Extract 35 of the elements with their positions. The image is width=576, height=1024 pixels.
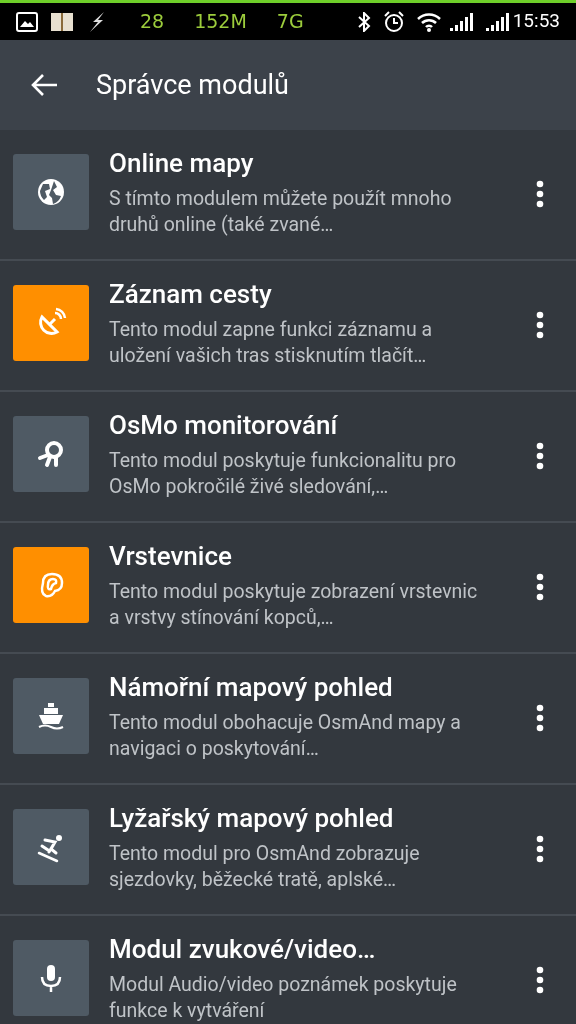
module-title: Online mapy xyxy=(109,147,255,180)
module-description: Tento modul zapne funkci záznamu a uložení vašich tras stisknutím tlačít… xyxy=(109,317,434,369)
kebab-icon xyxy=(536,835,544,863)
kebab-icon xyxy=(536,573,544,601)
kebab-icon xyxy=(536,180,544,208)
module-title: Vrstevnice xyxy=(109,540,233,573)
kebab-icon xyxy=(536,442,544,470)
status-indicator: 152M xyxy=(194,9,247,35)
module-description: S tímto modulem můžete použít mnoho druhů online (také zvané… xyxy=(109,186,453,238)
module-description: Modul Audio/video poznámek poskytuje funkce k vytváření xyxy=(109,972,458,1024)
screen-title: Správce modulů xyxy=(96,67,289,103)
status-indicator: 28 xyxy=(140,9,165,35)
bluetooth-icon xyxy=(356,11,371,32)
wifi-icon xyxy=(416,11,441,32)
module-description: Tento modul poskytuje funkcionalitu pro OsMo pokročilé živé sledování,… xyxy=(109,448,458,500)
alarm-icon xyxy=(382,10,405,33)
book-icon xyxy=(50,11,74,32)
kebab-icon xyxy=(536,311,544,339)
module-description: Tento modul pro OsmAnd zobrazuje sjezdovky, běžecké tratě, aplské… xyxy=(109,841,421,893)
module-description: Tento modul obohacuje OsmAnd mapy a navigaci o poskytování… xyxy=(109,710,462,762)
kebab-icon xyxy=(536,966,544,994)
signal-icon xyxy=(484,11,509,32)
module-title: Modul zvukové/video… xyxy=(109,933,377,966)
module-description: Tento modul poskytuje zobrazení vrstevnic a vrstvy stínování kopců,… xyxy=(109,579,479,631)
clock-time: 15:53 xyxy=(512,8,560,35)
module-title: Záznam cesty xyxy=(109,278,273,311)
globe-icon xyxy=(35,176,67,208)
status-indicator: 7G xyxy=(276,9,304,35)
module-title: Námořní mapový pohled xyxy=(109,671,394,704)
image-icon xyxy=(16,11,38,32)
kebab-icon xyxy=(536,704,544,732)
module-title: Lyžařský mapový pohled xyxy=(109,802,395,835)
signal-icon xyxy=(448,11,473,32)
back-arrow-icon xyxy=(31,73,59,97)
module-title: OsMo monitorování xyxy=(109,409,339,442)
